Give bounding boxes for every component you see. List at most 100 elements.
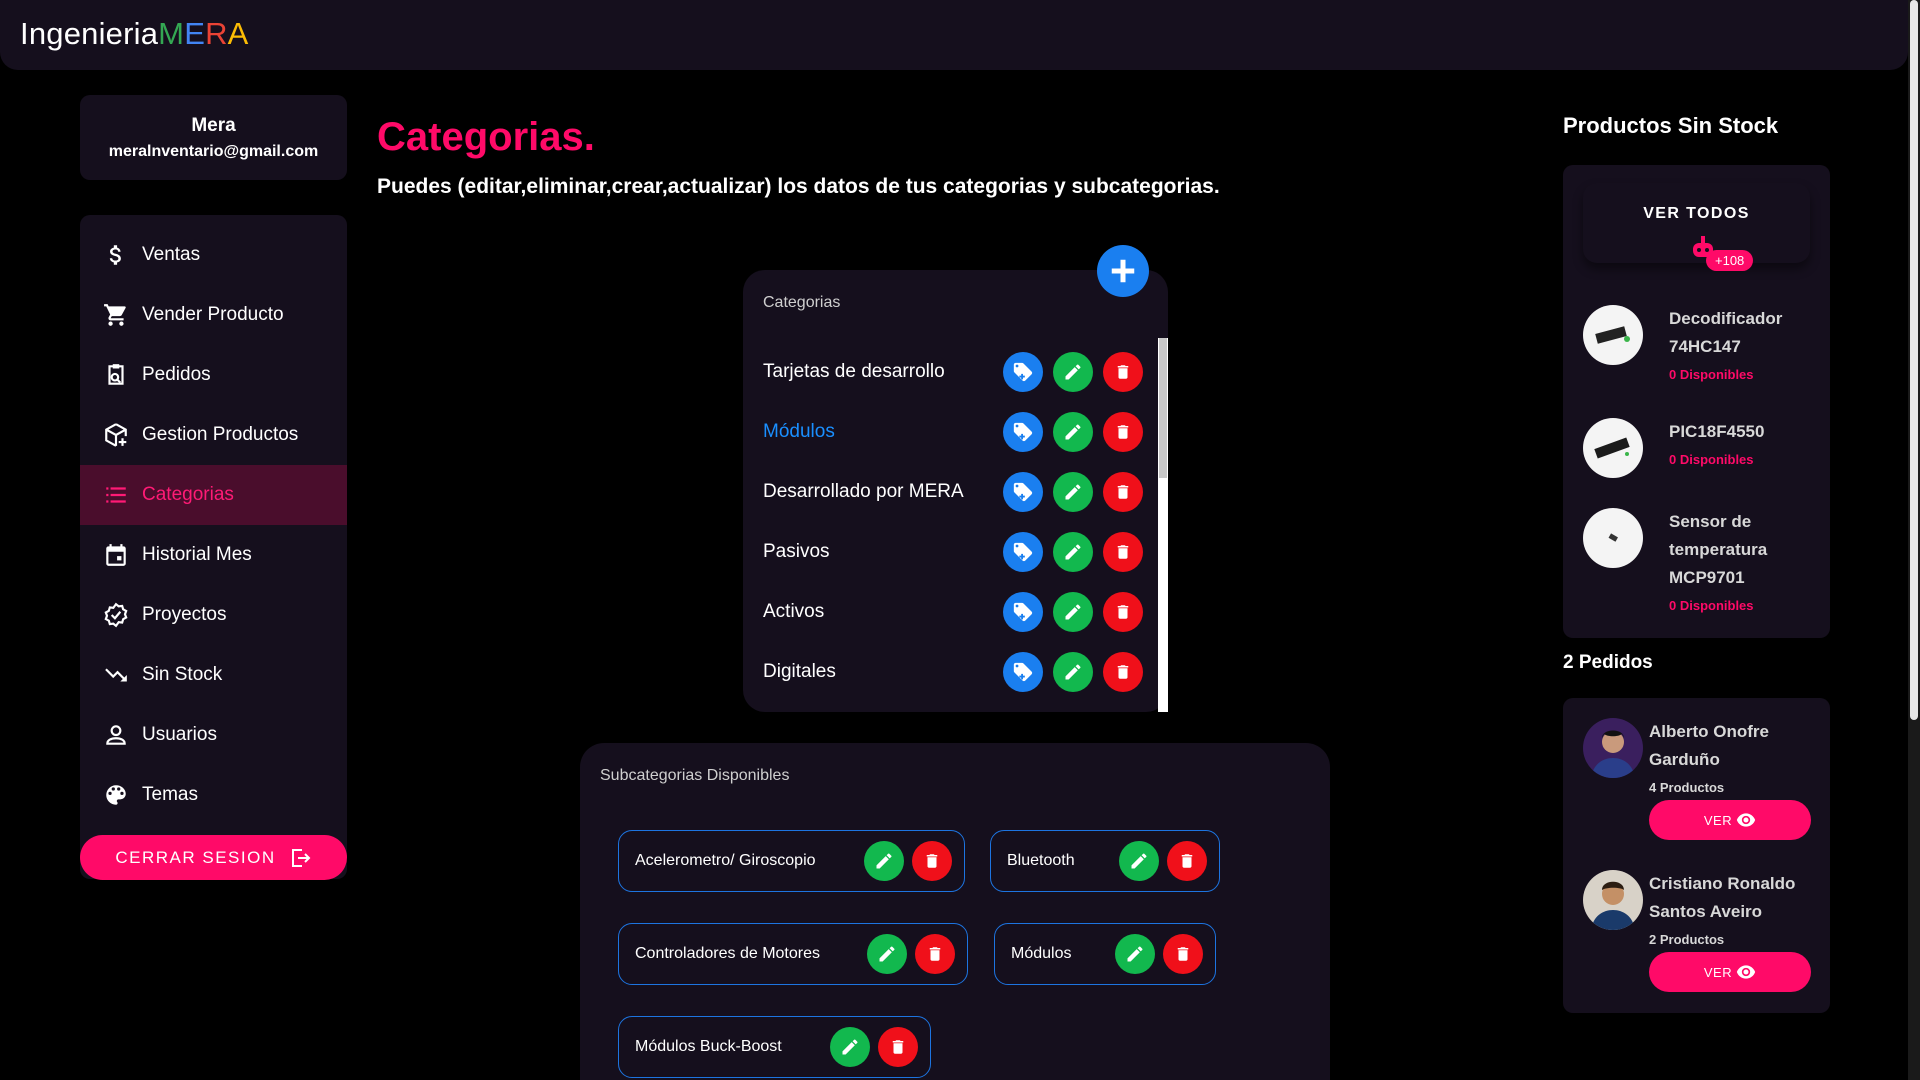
add-category-button[interactable] bbox=[1097, 245, 1149, 297]
brand-logo[interactable]: IngenieriaMERA bbox=[20, 16, 249, 52]
view-all-button[interactable]: VER TODOS bbox=[1583, 183, 1810, 263]
sidebar-item-ventas[interactable]: Ventas bbox=[80, 225, 347, 285]
logout-button[interactable]: CERRAR SESION bbox=[80, 835, 347, 880]
profile-email: meralnventario@gmail.com bbox=[108, 143, 319, 160]
categories-scrollbar[interactable] bbox=[1158, 338, 1168, 712]
tag-add-icon bbox=[1013, 362, 1033, 382]
sidebar-item-usuarios[interactable]: Usuarios bbox=[80, 705, 347, 765]
subcategory-chip[interactable]: Acelerometro/ Giroscopio bbox=[618, 830, 965, 892]
pencil-icon bbox=[1065, 364, 1081, 380]
subcategory-label: Controladores de Motores bbox=[635, 945, 820, 962]
sidebar-item-label: Gestion Productos bbox=[142, 424, 299, 445]
edit-button[interactable] bbox=[867, 934, 907, 974]
delete-button[interactable] bbox=[1103, 412, 1143, 452]
delete-button[interactable] bbox=[878, 1027, 918, 1067]
pencil-icon bbox=[1065, 424, 1081, 440]
tag-add-icon bbox=[1013, 482, 1033, 502]
pencil-icon bbox=[1065, 544, 1081, 560]
edit-button[interactable] bbox=[1119, 841, 1159, 881]
list-item[interactable]: Activos bbox=[743, 582, 1143, 642]
delete-button[interactable] bbox=[1103, 652, 1143, 692]
order-product-count: 4 Productos bbox=[1649, 780, 1725, 795]
delete-button[interactable] bbox=[912, 841, 952, 881]
view-order-button[interactable]: VER bbox=[1649, 952, 1811, 992]
subcategory-label: Módulos bbox=[1011, 945, 1072, 962]
delete-button[interactable] bbox=[1103, 472, 1143, 512]
edit-button[interactable] bbox=[1053, 412, 1093, 452]
product-name: Decodificador 74HC147 bbox=[1669, 309, 1783, 356]
eye-icon bbox=[1736, 965, 1756, 979]
trash-icon bbox=[1177, 947, 1189, 961]
subcategory-chip[interactable]: Módulos bbox=[994, 923, 1216, 985]
add-subcategory-button[interactable] bbox=[1003, 652, 1043, 692]
categories-scrollbar-thumb[interactable] bbox=[1159, 338, 1167, 478]
subcategory-chip[interactable]: Controladores de Motores bbox=[618, 923, 968, 985]
trash-icon bbox=[1117, 485, 1129, 499]
delete-button[interactable] bbox=[1103, 532, 1143, 572]
sidebar-item-vender-producto[interactable]: Vender Producto bbox=[80, 285, 347, 345]
pencil-icon bbox=[1065, 484, 1081, 500]
cart-icon bbox=[102, 301, 130, 329]
sidebar-item-categorias[interactable]: Categorias bbox=[80, 465, 347, 525]
categories-header: Categorias bbox=[763, 294, 841, 311]
sidebar-item-pedidos[interactable]: Pedidos bbox=[80, 345, 347, 405]
edit-button[interactable] bbox=[1115, 934, 1155, 974]
subcategory-label: Módulos Buck-Boost bbox=[635, 1038, 782, 1055]
sidebar-item-proyectos[interactable]: Proyectos bbox=[80, 585, 347, 645]
edit-button[interactable] bbox=[864, 841, 904, 881]
delete-button[interactable] bbox=[1167, 841, 1207, 881]
edit-button[interactable] bbox=[1053, 652, 1093, 692]
pencil-icon bbox=[1065, 664, 1081, 680]
brand-letter-r: R bbox=[205, 16, 228, 51]
out-of-stock-card: VER TODOS +108 Decodificador 74HC147 0 Di… bbox=[1563, 165, 1830, 638]
delete-button[interactable] bbox=[1163, 934, 1203, 974]
add-subcategory-button[interactable] bbox=[1003, 532, 1043, 572]
box-add-icon bbox=[102, 421, 130, 449]
tag-add-icon bbox=[1013, 422, 1033, 442]
view-order-button[interactable]: VER bbox=[1649, 800, 1811, 840]
subcategory-chip[interactable]: Bluetooth bbox=[990, 830, 1220, 892]
sidebar-item-gestion-productos[interactable]: Gestion Productos bbox=[80, 405, 347, 465]
subcategory-chip[interactable]: Módulos Buck-Boost bbox=[618, 1016, 931, 1078]
sidebar-item-sin-stock[interactable]: Sin Stock bbox=[80, 645, 347, 705]
tag-add-icon bbox=[1013, 662, 1033, 682]
sidebar-item-temas[interactable]: Temas bbox=[80, 765, 347, 825]
trash-icon bbox=[1117, 605, 1129, 619]
list-item[interactable]: Desarrollado por MERA bbox=[743, 462, 1143, 522]
product-availability: 0 Disponibles bbox=[1669, 598, 1754, 613]
category-label: Digitales bbox=[763, 661, 836, 682]
list-item[interactable]: Digitales bbox=[743, 642, 1143, 702]
list-item[interactable]: Pasivos bbox=[743, 522, 1143, 582]
trash-icon bbox=[1117, 665, 1129, 679]
list-item[interactable]: Módulos bbox=[743, 402, 1143, 462]
edit-button[interactable] bbox=[1053, 472, 1093, 512]
top-bar: IngenieriaMERA bbox=[0, 0, 1908, 70]
delete-button[interactable] bbox=[1103, 352, 1143, 392]
avatar bbox=[1583, 870, 1643, 930]
edit-button[interactable] bbox=[1053, 592, 1093, 632]
view-order-label: VER bbox=[1703, 964, 1733, 980]
out-of-stock-count-badge: +108 bbox=[1706, 250, 1754, 271]
edit-button[interactable] bbox=[1053, 352, 1093, 392]
trending-down-icon bbox=[102, 661, 130, 689]
add-subcategory-button[interactable] bbox=[1003, 412, 1043, 452]
delete-button[interactable] bbox=[915, 934, 955, 974]
pencil-icon bbox=[1127, 946, 1143, 962]
add-subcategory-button[interactable] bbox=[1003, 472, 1043, 512]
page-scrollbar[interactable] bbox=[1908, 0, 1920, 1080]
list-item[interactable]: Tarjetas de desarrollo bbox=[743, 342, 1143, 402]
edit-button[interactable] bbox=[830, 1027, 870, 1067]
pencil-icon bbox=[842, 1039, 858, 1055]
logout-label: CERRAR SESION bbox=[115, 847, 276, 867]
page-title: Categorias. bbox=[377, 115, 595, 159]
sidebar-item-label: Vender Producto bbox=[142, 304, 284, 325]
add-subcategory-button[interactable] bbox=[1003, 592, 1043, 632]
palette-icon bbox=[102, 781, 130, 809]
orders-card: Alberto Onofre Garduño 4 Productos VER Cr… bbox=[1563, 698, 1830, 1013]
page-scrollbar-thumb[interactable] bbox=[1910, 0, 1918, 720]
sidebar-item-historial-mes[interactable]: Historial Mes bbox=[80, 525, 347, 585]
edit-button[interactable] bbox=[1053, 532, 1093, 572]
eye-icon bbox=[1736, 813, 1756, 827]
delete-button[interactable] bbox=[1103, 592, 1143, 632]
add-subcategory-button[interactable] bbox=[1003, 352, 1043, 392]
